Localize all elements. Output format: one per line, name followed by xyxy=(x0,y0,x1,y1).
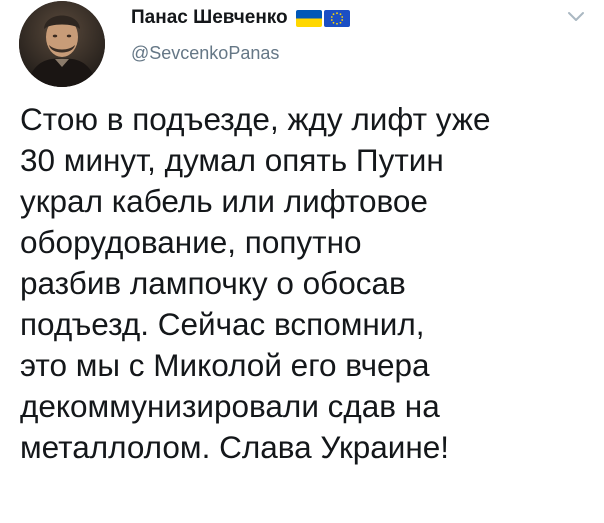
user-handle[interactable]: @SevcenkoPanas xyxy=(131,43,352,64)
flag-emojis xyxy=(295,9,352,27)
ukraine-flag-icon xyxy=(295,9,322,27)
tweet-card: Панас Шевченко @SevcenkoPanas Стою в под… xyxy=(0,0,604,523)
eu-flag-icon xyxy=(323,9,350,27)
tweet-text: Стою в подъезде, жду лифт уже 30 минут, … xyxy=(20,101,491,465)
author-info: Панас Шевченко @SevcenkoPanas xyxy=(131,6,352,64)
avatar[interactable] xyxy=(19,1,105,87)
display-name[interactable]: Панас Шевченко xyxy=(131,7,288,29)
chevron-down-icon[interactable] xyxy=(564,4,588,28)
portrait-avatar xyxy=(19,1,105,87)
name-row: Панас Шевченко xyxy=(131,6,352,30)
